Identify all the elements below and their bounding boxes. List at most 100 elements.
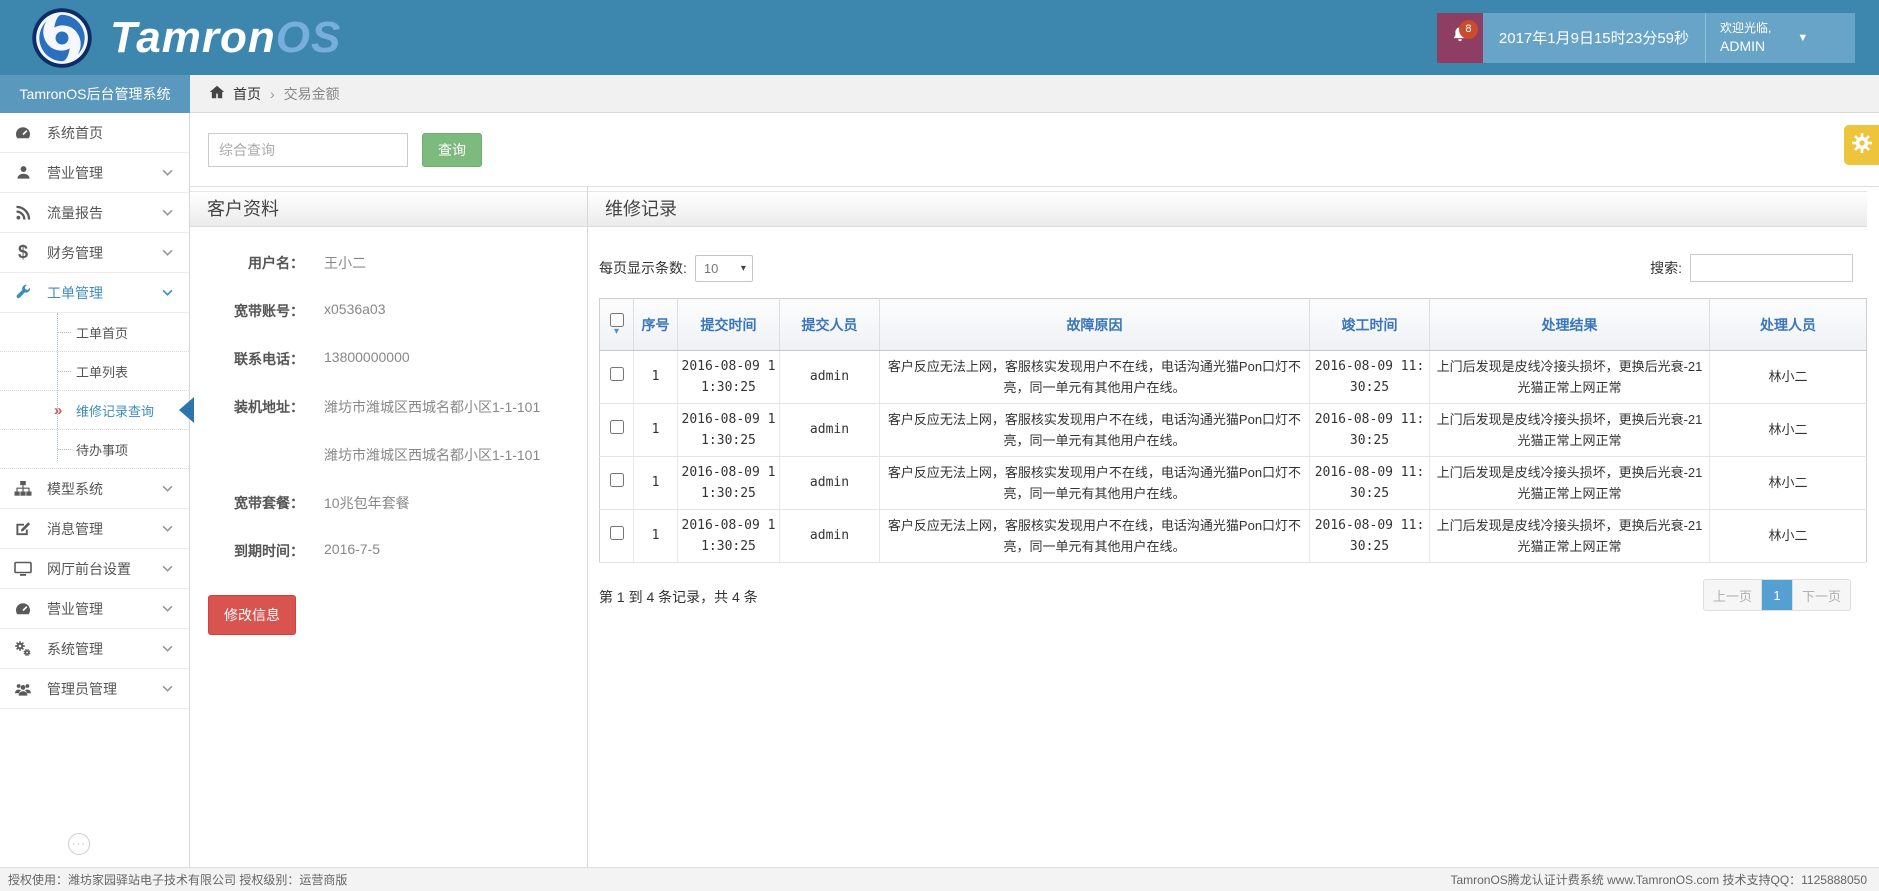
column-header-finish-time[interactable]: 竣工时间 xyxy=(1310,299,1430,351)
sidebar-title: TamronOS后台管理系统 xyxy=(0,75,190,113)
repair-records-title: 维修记录 xyxy=(588,191,1867,227)
sidebar-subitem-work-order-list[interactable]: 工单列表 xyxy=(0,352,189,391)
sidebar-subitem-todo[interactable]: 待办事项 xyxy=(0,430,189,469)
row-checkbox[interactable] xyxy=(610,420,624,434)
main: 系统首页 营业管理 流量报告 $ 财务管理 xyxy=(0,113,1879,867)
chevron-down-icon xyxy=(162,565,173,572)
table-search-input[interactable] xyxy=(1690,254,1853,282)
wrench-icon xyxy=(12,284,34,301)
top-header: TamronOS 8 2017年1月9日15时23分59秒 欢迎光临, ADMI… xyxy=(0,0,1879,75)
customer-field-address-2: 潍坊市潍城区西城名都小区1-1-101 xyxy=(204,445,573,465)
customer-field-address: 装机地址： 潍坊市潍城区西城名都小区1-1-101 xyxy=(204,397,573,417)
sidebar-subitem-repair-record-query[interactable]: » 维修记录查询 xyxy=(0,391,189,430)
table-row: 1 2016-08-09 11:30:25 admin 客户反应无法上网，客服核… xyxy=(600,457,1867,510)
dashboard-icon xyxy=(12,600,34,618)
column-header-submitter[interactable]: 提交人员 xyxy=(780,299,880,351)
column-header-fault[interactable]: 故障原因 xyxy=(880,299,1310,351)
dollar-icon: $ xyxy=(12,242,34,263)
user-menu[interactable]: 欢迎光临, ADMIN ▼ xyxy=(1705,13,1855,63)
breadcrumb: 首页 › 交易金额 xyxy=(190,75,1879,113)
breadcrumb-separator: › xyxy=(270,86,275,102)
table-row: 1 2016-08-09 11:30:25 admin 客户反应无法上网，客服核… xyxy=(600,351,1867,404)
sidebar-collapse-handle[interactable]: ··· xyxy=(68,833,90,855)
chevron-down-icon xyxy=(162,249,173,256)
chevron-down-icon xyxy=(162,645,173,652)
home-icon xyxy=(209,84,225,103)
search-button[interactable]: 查询 xyxy=(422,133,482,167)
chevron-down-icon xyxy=(162,485,173,492)
settings-gear-button[interactable] xyxy=(1844,125,1879,165)
sidebar-item-messages[interactable]: 消息管理 xyxy=(0,509,189,549)
sidebar-item-finance[interactable]: $ 财务管理 xyxy=(0,233,189,273)
chevron-down-icon xyxy=(162,525,173,532)
row-checkbox[interactable] xyxy=(610,473,624,487)
column-header-result[interactable]: 处理结果 xyxy=(1430,299,1710,351)
customer-panel-title: 客户资料 xyxy=(190,191,587,227)
work-orders-submenu: 工单首页 工单列表 » 维修记录查询 待办事项 xyxy=(0,313,189,469)
row-checkbox[interactable] xyxy=(610,367,624,381)
sidebar-item-model-system[interactable]: 模型系统 xyxy=(0,469,189,509)
customer-panel-body: 用户名： 王小二 宽带账号： x0536a03 联系电话： 1380000000… xyxy=(190,227,587,635)
pagination-next[interactable]: 下一页 xyxy=(1792,580,1850,610)
repair-records-table: ▾ 序号 提交时间 提交人员 故障原因 竣工时间 处理结果 处理人员 xyxy=(599,298,1867,563)
content: 查询 客户资料 用户名： 王小二 宽带账号： x0536a03 xyxy=(190,113,1879,867)
footer-vendor: TamronOS腾龙认证计费系统 www.TamronOS.com 技术支持QQ… xyxy=(1450,871,1867,888)
customer-field-account: 宽带账号： x0536a03 xyxy=(204,301,573,321)
column-header-handler[interactable]: 处理人员 xyxy=(1710,299,1867,351)
select-caret-icon: ▾ xyxy=(741,263,746,274)
sidebar-subitem-work-order-home[interactable]: 工单首页 xyxy=(0,313,189,352)
columns: 客户资料 用户名： 王小二 宽带账号： x0536a03 联系电话： 13800 xyxy=(190,187,1879,867)
chevron-down-icon xyxy=(162,685,173,692)
table-search-label: 搜索: xyxy=(1650,258,1682,278)
column-header-seq[interactable]: 序号 xyxy=(634,299,678,351)
sidebar: 系统首页 营业管理 流量报告 $ 财务管理 xyxy=(0,113,190,867)
select-all-header[interactable]: ▾ xyxy=(600,299,634,351)
active-marker-icon: » xyxy=(54,402,62,419)
logo-text: TamronOS xyxy=(110,13,341,63)
gears-icon xyxy=(12,640,34,658)
pagination-page-1[interactable]: 1 xyxy=(1762,580,1792,610)
table-row: 1 2016-08-09 11:30:25 admin 客户反应无法上网，客服核… xyxy=(600,404,1867,457)
page-size-select[interactable]: 10 ▾ xyxy=(695,255,753,282)
sidebar-item-business-1[interactable]: 营业管理 xyxy=(0,153,189,193)
sidebar-item-system-settings[interactable]: 系统管理 xyxy=(0,629,189,669)
welcome-text: 欢迎光临, ADMIN xyxy=(1720,20,1771,55)
chevron-down-icon xyxy=(162,169,173,176)
chevron-down-icon: ▼ xyxy=(1797,32,1808,44)
pagination-prev[interactable]: 上一页 xyxy=(1704,580,1762,610)
chevron-down-icon xyxy=(162,209,173,216)
sitemap-icon xyxy=(12,480,34,498)
sort-caret-icon: ▾ xyxy=(614,328,619,336)
column-header-submit-time[interactable]: 提交时间 xyxy=(678,299,780,351)
notifications-button[interactable]: 8 xyxy=(1437,13,1483,63)
customer-panel: 客户资料 用户名： 王小二 宽带账号： x0536a03 联系电话： 13800 xyxy=(190,187,588,867)
customer-field-plan: 宽带套餐： 10兆包年套餐 xyxy=(204,493,573,513)
notification-badge: 8 xyxy=(1459,20,1478,39)
footer-license: 授权使用：潍坊家园驿站电子技术有限公司 授权级别：运营商版 xyxy=(8,871,347,888)
global-search-input[interactable] xyxy=(208,133,408,167)
chevron-down-icon xyxy=(162,605,173,612)
second-band: TamronOS后台管理系统 首页 › 交易金额 xyxy=(0,75,1879,113)
sidebar-item-traffic-report[interactable]: 流量报告 xyxy=(0,193,189,233)
table-footer: 第 1 到 4 条记录，共 4 条 上一页 1 下一页 xyxy=(599,579,1851,611)
customer-field-phone: 联系电话： 13800000000 xyxy=(204,349,573,369)
breadcrumb-current: 交易金额 xyxy=(284,84,340,104)
page: TamronOS 8 2017年1月9日15时23分59秒 欢迎光临, ADMI… xyxy=(0,0,1879,891)
edit-info-button[interactable]: 修改信息 xyxy=(208,595,296,635)
sidebar-item-system-home[interactable]: 系统首页 xyxy=(0,113,189,153)
dashboard-icon xyxy=(12,124,34,142)
sidebar-item-work-orders[interactable]: 工单管理 xyxy=(0,273,189,313)
topbar-right: 8 2017年1月9日15时23分59秒 欢迎光临, ADMIN ▼ xyxy=(1437,13,1855,63)
edit-icon xyxy=(12,520,34,537)
chevron-down-icon xyxy=(162,289,173,296)
page-footer: 授权使用：潍坊家园驿站电子技术有限公司 授权级别：运营商版 TamronOS腾龙… xyxy=(0,867,1879,891)
sidebar-item-business-2[interactable]: 营业管理 xyxy=(0,589,189,629)
sidebar-item-admin-management[interactable]: 管理员管理 xyxy=(0,669,189,709)
breadcrumb-home[interactable]: 首页 xyxy=(209,84,261,104)
customer-field-username: 用户名： 王小二 xyxy=(204,253,573,273)
row-checkbox[interactable] xyxy=(610,526,624,540)
select-all-checkbox[interactable] xyxy=(610,313,624,327)
user-icon xyxy=(12,164,34,181)
table-controls: 每页显示条数: 10 ▾ 搜索: xyxy=(599,254,1853,282)
sidebar-item-portal-settings[interactable]: 网厅前台设置 xyxy=(0,549,189,589)
